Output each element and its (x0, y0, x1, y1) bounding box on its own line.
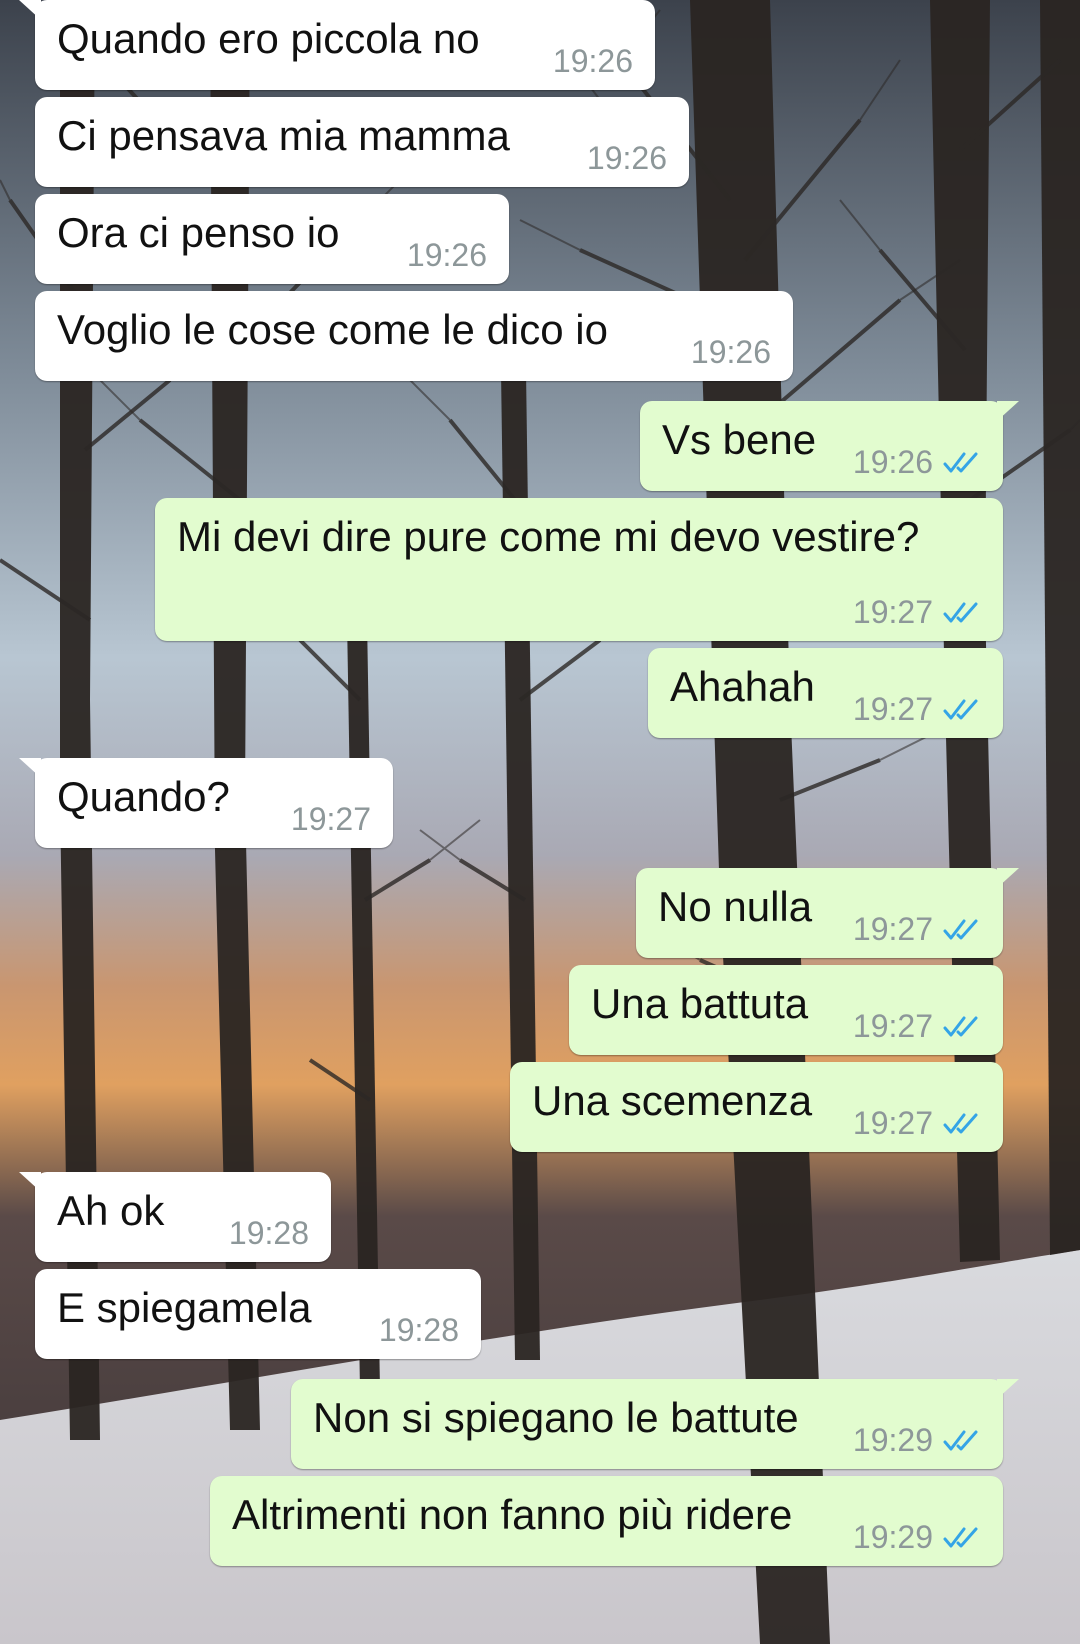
message-meta: 19:26 (691, 334, 771, 371)
message-timestamp: 19:28 (228, 1215, 309, 1251)
outgoing-message-bubble[interactable]: Vs bene 19:26 (640, 401, 1019, 491)
message-text: Voglio le cose come le dico io (57, 306, 608, 353)
outgoing-message-bubble[interactable]: Altrimenti non fanno più ridere 19:29 (210, 1476, 1003, 1566)
message-meta: 19:27 (853, 594, 981, 631)
double-check-icon (943, 1527, 978, 1547)
message-timestamp: 19:27 (290, 801, 371, 837)
message-timestamp: 19:28 (378, 1312, 459, 1348)
bubble-tail (19, 0, 41, 20)
chat-message-list[interactable]: Quando ero piccola no 19:26 Ci pensava mia… (0, 0, 1080, 1644)
incoming-message-bubble[interactable]: Ci pensava mia mamma 19:26 (35, 97, 689, 187)
double-check-icon (943, 699, 978, 719)
message-timestamp: 19:27 (852, 911, 933, 947)
outgoing-message-bubble[interactable]: Una battuta 19:27 (569, 965, 1003, 1055)
message-timestamp: 19:29 (852, 1422, 933, 1458)
outgoing-message-bubble[interactable]: Ahahah 19:27 (648, 648, 1003, 738)
message-timestamp: 19:26 (852, 444, 933, 480)
message-timestamp: 19:29 (852, 1519, 933, 1555)
bubble-tail (19, 758, 41, 778)
message-timestamp: 19:26 (586, 140, 667, 176)
message-text: Quando ero piccola no (57, 15, 480, 62)
incoming-message-bubble[interactable]: E spiegamela 19:28 (35, 1269, 481, 1359)
outgoing-message-bubble[interactable]: Mi devi dire pure come mi devo vestire? 1… (155, 498, 1003, 641)
double-check-icon (943, 1430, 978, 1450)
incoming-message-bubble[interactable]: Voglio le cose come le dico io 19:26 (35, 291, 793, 381)
message-meta: 19:27 (291, 801, 371, 838)
message-meta: 19:26 (587, 140, 667, 177)
message-timestamp: 19:27 (852, 691, 933, 727)
bubble-tail (19, 1172, 41, 1192)
message-meta: 19:28 (379, 1312, 459, 1349)
message-text: Mi devi dire pure come mi devo vestire? (177, 513, 920, 560)
message-text: Ci pensava mia mamma (57, 112, 510, 159)
message-meta: 19:28 (229, 1215, 309, 1252)
double-check-icon (943, 602, 978, 622)
incoming-message-bubble[interactable]: Ora ci penso io 19:26 (35, 194, 509, 284)
message-meta: 19:27 (853, 691, 981, 728)
outgoing-message-bubble[interactable]: Una scemenza 19:27 (510, 1062, 1003, 1152)
incoming-message-bubble[interactable]: Ah ok 19:28 (19, 1172, 331, 1262)
bubble-tail (997, 868, 1019, 888)
message-timestamp: 19:26 (552, 43, 633, 79)
outgoing-message-bubble[interactable]: Non si spiegano le battute 19:29 (291, 1379, 1019, 1469)
message-meta: 19:29 (853, 1422, 981, 1459)
outgoing-message-bubble[interactable]: No nulla 19:27 (636, 868, 1019, 958)
incoming-message-bubble[interactable]: Quando ero piccola no 19:26 (19, 0, 655, 90)
double-check-icon (943, 1016, 978, 1036)
message-timestamp: 19:26 (690, 334, 771, 370)
message-meta: 19:26 (407, 237, 487, 274)
double-check-icon (943, 452, 978, 472)
message-meta: 19:27 (853, 1105, 981, 1142)
message-meta: 19:26 (553, 43, 633, 80)
message-meta: 19:27 (853, 911, 981, 948)
bubble-tail (997, 401, 1019, 421)
message-meta: 19:26 (853, 444, 981, 481)
message-meta: 19:29 (853, 1519, 981, 1556)
incoming-message-bubble[interactable]: Quando? 19:27 (19, 758, 393, 848)
double-check-icon (943, 1113, 978, 1133)
bubble-tail (997, 1379, 1019, 1399)
message-timestamp: 19:27 (852, 1008, 933, 1044)
message-timestamp: 19:27 (852, 594, 933, 630)
double-check-icon (943, 919, 978, 939)
message-timestamp: 19:26 (406, 237, 487, 273)
message-timestamp: 19:27 (852, 1105, 933, 1141)
message-meta: 19:27 (853, 1008, 981, 1045)
